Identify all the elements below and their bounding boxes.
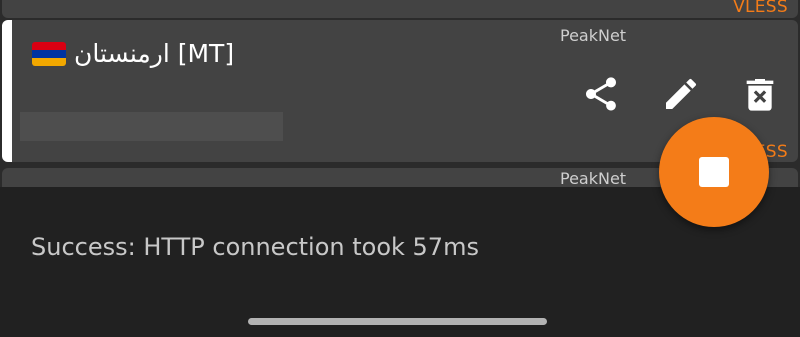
share-icon: [586, 77, 616, 111]
delete-icon: [746, 79, 774, 111]
stop-connection-fab[interactable]: [659, 117, 769, 227]
server-name-text: ارمنستان [MT]: [74, 39, 235, 68]
server-name: ارمنستان [MT]: [32, 39, 234, 68]
share-button[interactable]: [577, 70, 625, 118]
server-card[interactable]: VLESS: [2, 0, 798, 18]
server-group-label: PeakNet: [560, 169, 627, 187]
stop-icon: [699, 157, 729, 187]
selected-indicator: [2, 20, 12, 162]
edit-pencil-icon: [666, 78, 697, 109]
server-type-label: VLESS: [733, 0, 788, 17]
snackbar-message: Success: HTTP connection took 57ms: [31, 233, 479, 261]
edit-button[interactable]: [657, 70, 705, 118]
server-group-label: PeakNet: [560, 26, 627, 45]
delete-button[interactable]: [736, 70, 784, 118]
armenia-flag-icon: [32, 41, 66, 66]
server-address-redacted: [20, 112, 283, 141]
home-indicator[interactable]: [248, 318, 547, 325]
